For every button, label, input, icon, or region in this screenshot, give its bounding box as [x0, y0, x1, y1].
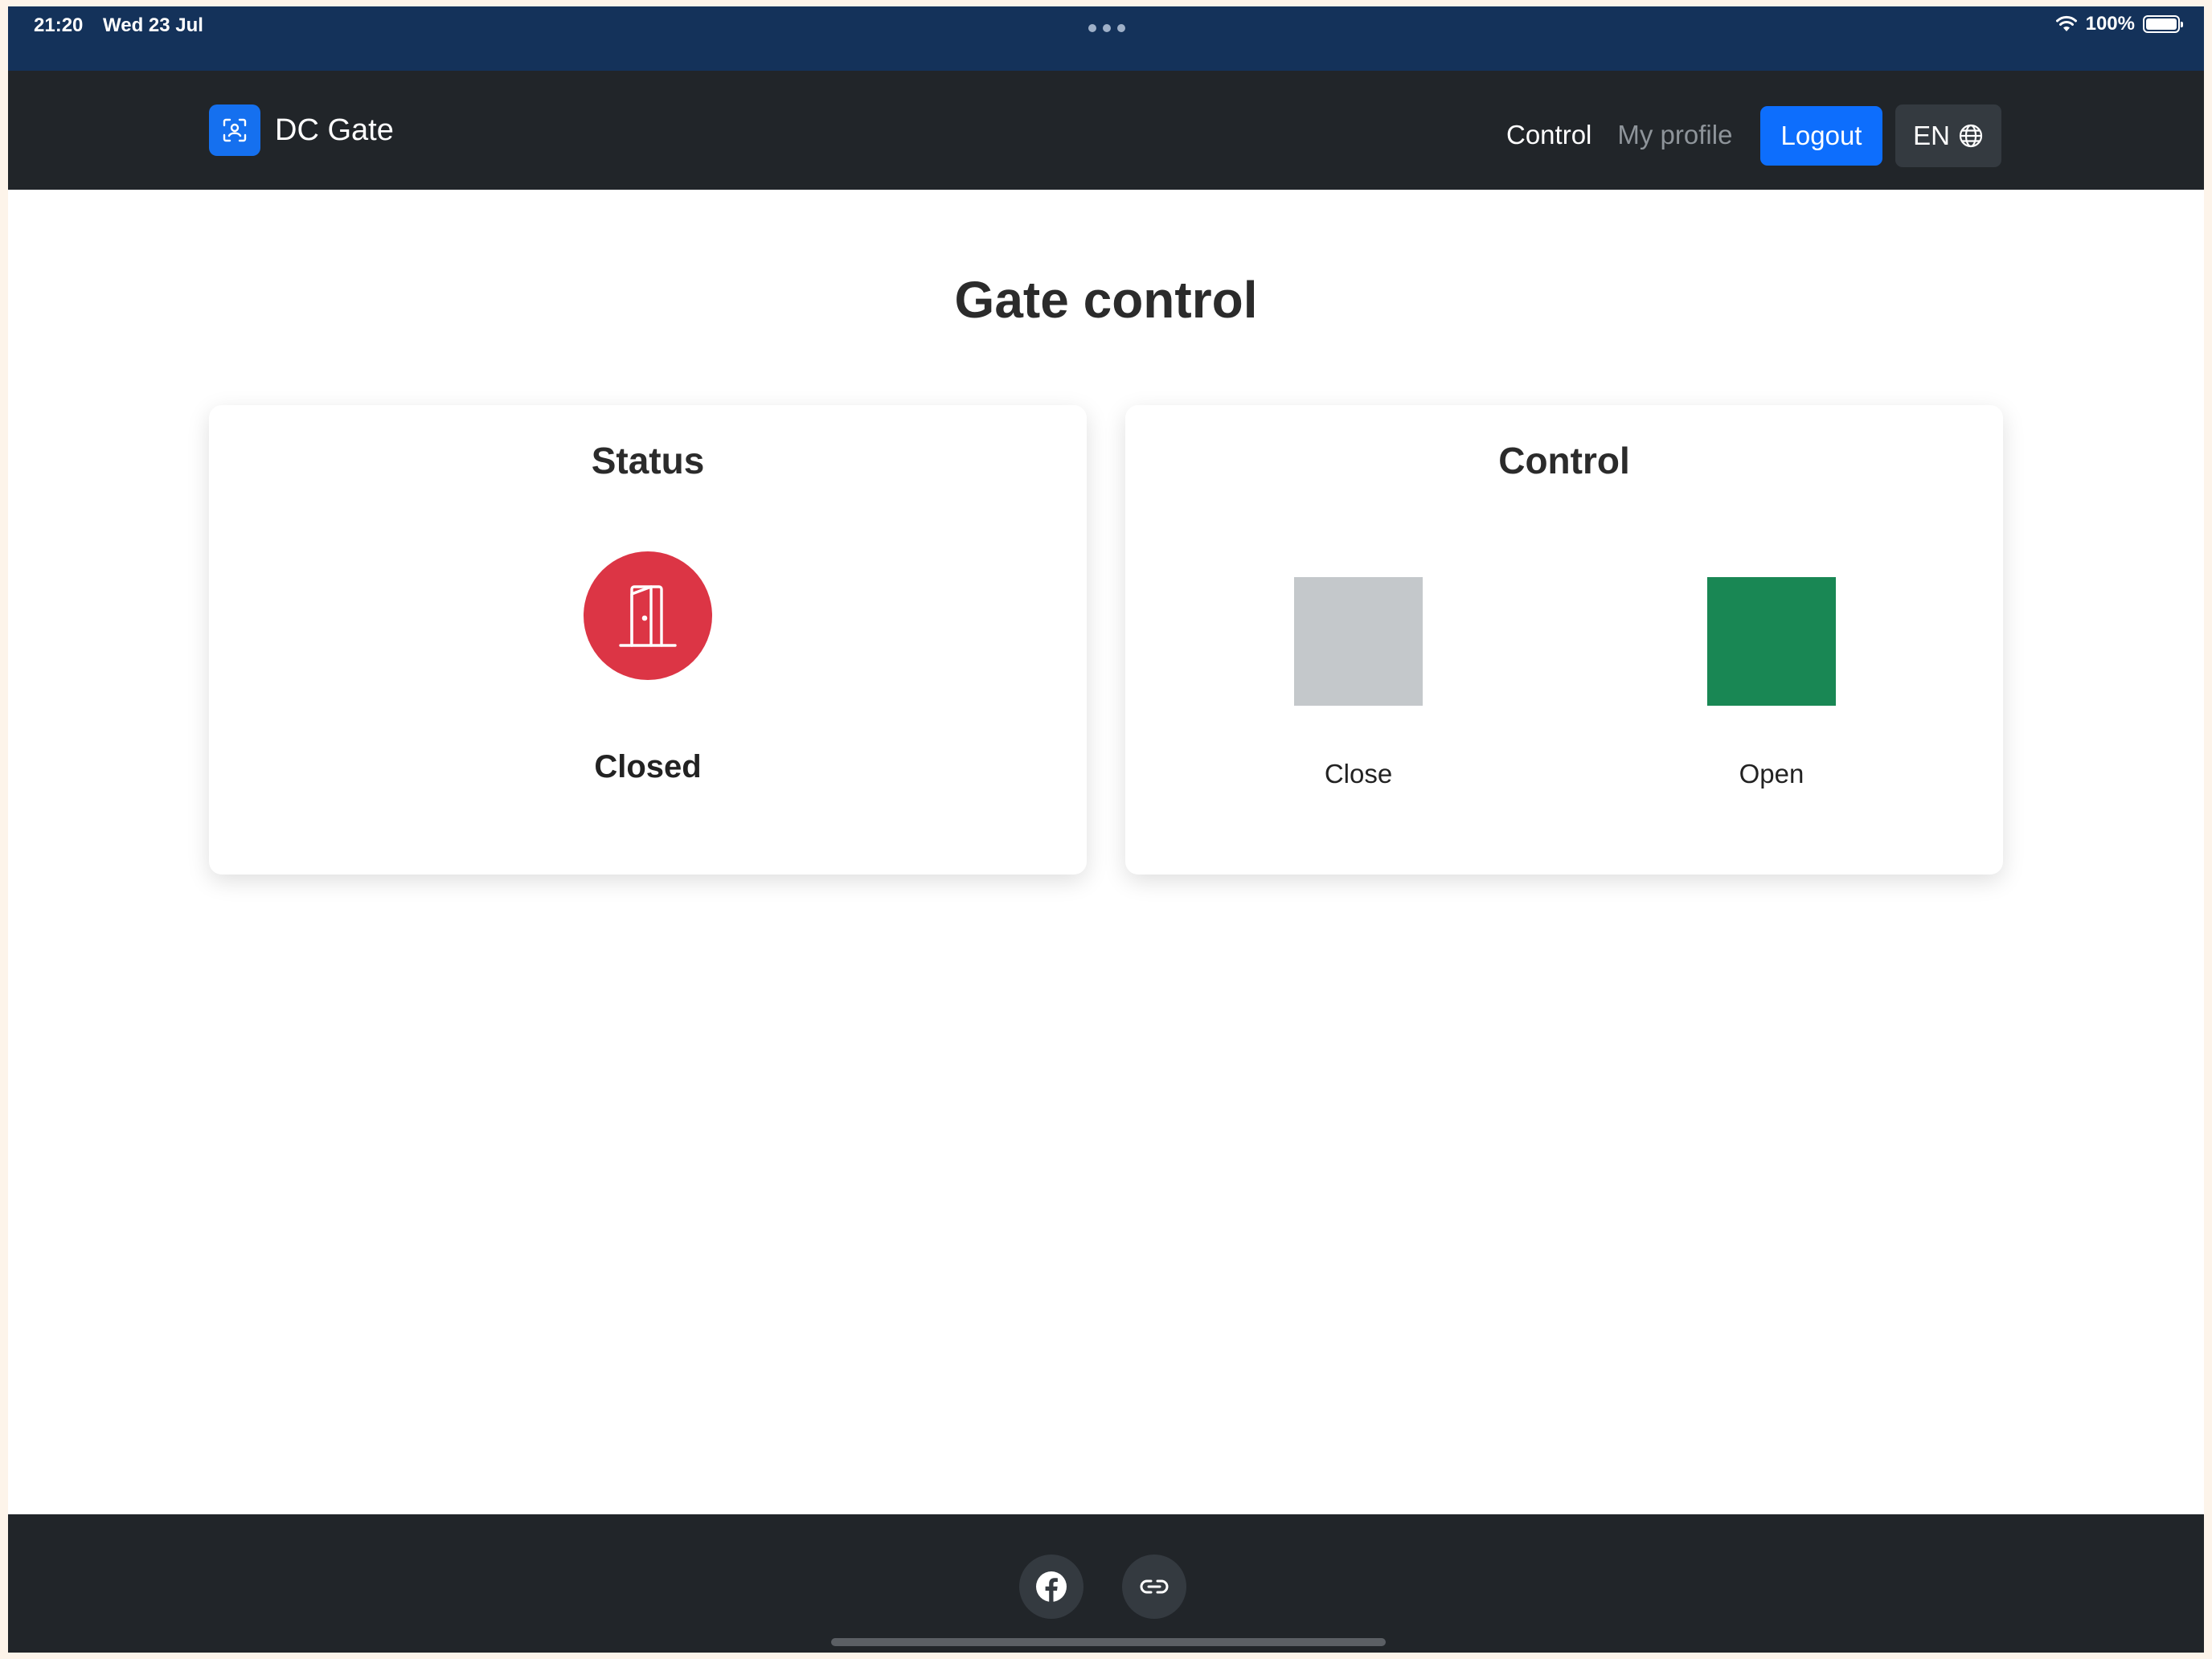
status-date: Wed 23 Jul [103, 14, 203, 36]
status-card-title: Status [591, 440, 705, 481]
nav-link-control[interactable]: Control [1506, 120, 1591, 150]
door-closed-icon [619, 585, 677, 647]
status-indicators: 100% [2055, 13, 2183, 35]
battery-icon [2143, 15, 2183, 33]
open-gate-button[interactable] [1707, 577, 1836, 706]
device-status-bar: 21:20 Wed 23 Jul 100% [8, 6, 2204, 71]
close-gate-label: Close [1324, 759, 1393, 789]
nav-links: Control My profile [1506, 104, 1732, 166]
logout-button[interactable]: Logout [1760, 106, 1882, 166]
facebook-icon [1036, 1571, 1067, 1602]
multitasking-dots[interactable] [1088, 24, 1125, 32]
page-title: Gate control [954, 271, 1258, 329]
website-link[interactable] [1122, 1555, 1186, 1619]
open-gate-label: Open [1739, 759, 1804, 789]
facebook-link[interactable] [1019, 1555, 1083, 1619]
brand-name: DC Gate [275, 113, 394, 147]
nav-link-my-profile[interactable]: My profile [1617, 120, 1732, 150]
footer [8, 1514, 2204, 1653]
battery-percentage: 100% [2085, 13, 2135, 35]
status-time: 21:20 [34, 14, 84, 36]
control-card-title: Control [1498, 440, 1630, 481]
navbar: DC Gate Control My profile Logout EN [8, 71, 2204, 190]
control-card: Control Close Open [1125, 405, 2003, 875]
link-icon [1140, 1579, 1169, 1594]
gate-status-indicator [584, 551, 712, 680]
wifi-icon [2055, 15, 2077, 31]
close-gate-button[interactable] [1294, 577, 1423, 706]
globe-icon [1959, 124, 1983, 148]
gate-status-text: Closed [594, 749, 702, 784]
face-scan-icon [209, 104, 260, 156]
home-indicator[interactable] [831, 1638, 1386, 1646]
language-code: EN [1913, 121, 1950, 150]
status-card: Status Closed [209, 405, 1087, 875]
language-selector[interactable]: EN [1895, 104, 2001, 167]
brand-link[interactable]: DC Gate [209, 104, 394, 156]
screen: 21:20 Wed 23 Jul 100% DC Gate Control My… [8, 6, 2204, 1653]
